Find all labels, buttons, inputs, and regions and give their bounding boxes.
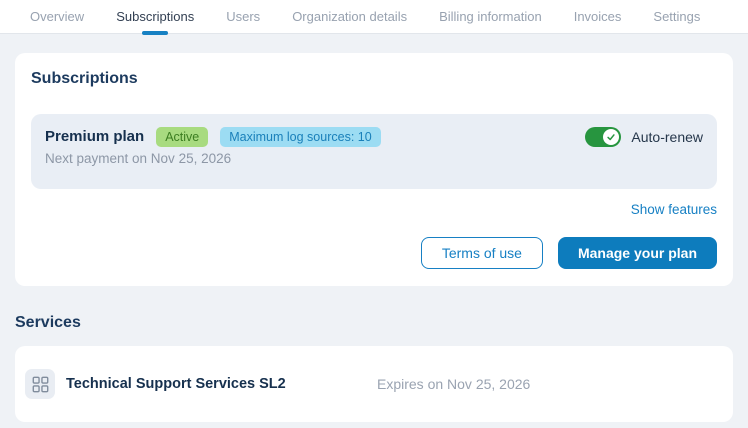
tab-settings[interactable]: Settings: [653, 0, 700, 34]
tab-overview[interactable]: Overview: [30, 0, 84, 34]
plan-panel: Premium plan Active Maximum log sources:…: [31, 114, 717, 189]
services-card: Technical Support Services SL2 Expires o…: [15, 346, 733, 422]
toggle-check-icon: [603, 129, 620, 145]
manage-plan-button[interactable]: Manage your plan: [557, 237, 717, 269]
tab-users[interactable]: Users: [226, 0, 260, 34]
tab-organization-details[interactable]: Organization details: [292, 0, 407, 34]
grid-icon: [25, 369, 55, 399]
tab-billing-information[interactable]: Billing information: [439, 0, 542, 34]
plan-row: Premium plan Active Maximum log sources:…: [45, 127, 703, 147]
next-payment-text: Next payment on Nov 25, 2026: [45, 151, 232, 166]
tab-subscriptions[interactable]: Subscriptions: [116, 0, 195, 35]
main-content: Subscriptions Premium plan Active Maximu…: [0, 34, 748, 422]
show-features-link[interactable]: Show features: [631, 201, 717, 218]
log-sources-badge: Maximum log sources: 10: [220, 127, 381, 147]
subscriptions-card: Subscriptions Premium plan Active Maximu…: [15, 53, 733, 286]
services-heading: Services: [15, 314, 81, 331]
service-name: Technical Support Services SL2: [66, 376, 286, 392]
tab-subscriptions-label: Subscriptions: [116, 9, 195, 24]
auto-renew-label: Auto-renew: [631, 129, 703, 145]
features-row: Show features: [31, 201, 717, 218]
service-expiry: Expires on Nov 25, 2026: [377, 376, 531, 392]
plan-name: Premium plan: [45, 128, 145, 145]
terms-of-use-button[interactable]: Terms of use: [420, 237, 543, 269]
plan-status-badge: Active: [156, 127, 209, 147]
tab-bar: Overview Subscriptions Users Organizatio…: [0, 0, 748, 35]
auto-renew-toggle[interactable]: [585, 127, 622, 147]
active-tab-underline: [142, 30, 169, 35]
subscriptions-heading: Subscriptions: [31, 70, 138, 87]
tab-invoices[interactable]: Invoices: [574, 0, 622, 34]
plan-actions: Terms of use Manage your plan: [31, 237, 717, 269]
